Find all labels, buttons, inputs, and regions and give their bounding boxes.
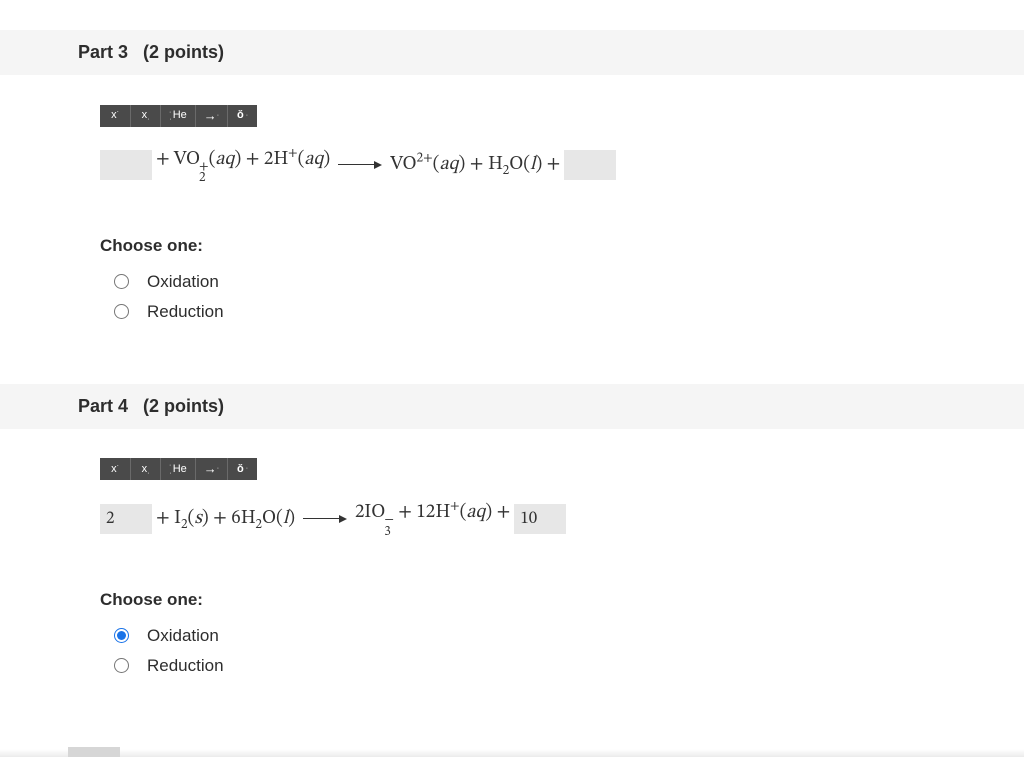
- radio-option-reduction[interactable]: Reduction: [100, 654, 994, 678]
- arrow-button[interactable]: ·: [195, 105, 227, 127]
- quiz-page: Part 3 (2 points) x· x· ··He · · + VO+2(…: [0, 0, 1024, 757]
- sigma-button[interactable]: ·: [227, 458, 257, 480]
- part-body: x· x· ··He · · + VO+2(aq) + 2H+(aq) VO2+…: [0, 103, 1024, 323]
- part-body: x· x· ··He · · + I2(s) + 6H2O(l) 2IO−3 +…: [0, 457, 1024, 677]
- reaction-arrow-icon: [334, 152, 386, 179]
- part-header: Part 3 (2 points): [0, 30, 1024, 75]
- choose-block: Choose one: Oxidation Reduction: [100, 234, 994, 323]
- radio-label: Oxidation: [147, 624, 219, 648]
- arrow-icon: [204, 109, 217, 123]
- equation-blank-right[interactable]: [564, 150, 616, 180]
- radio-option-reduction[interactable]: Reduction: [100, 300, 994, 324]
- choose-label: Choose one:: [100, 234, 994, 258]
- sigma-icon: [237, 110, 244, 121]
- equation-text: + I2(s) + 6H2O(l): [152, 506, 299, 533]
- element-button[interactable]: ··He: [160, 458, 195, 480]
- part-points: (2 points): [143, 42, 224, 62]
- subscript-button[interactable]: x·: [130, 105, 160, 127]
- sigma-button[interactable]: ·: [227, 105, 257, 127]
- arrow-button[interactable]: ·: [195, 458, 227, 480]
- radio-input[interactable]: [114, 274, 129, 289]
- part-header: Part 4 (2 points): [0, 384, 1024, 429]
- equation-row: + VO+2(aq) + 2H+(aq) VO2+(aq) + H2O(l) +: [100, 147, 994, 185]
- radio-label: Reduction: [147, 300, 224, 324]
- radio-option-oxidation[interactable]: Oxidation: [100, 624, 994, 648]
- footer-stub: [68, 747, 120, 757]
- radio-input[interactable]: [114, 658, 129, 673]
- radio-input[interactable]: [114, 304, 129, 319]
- equation-text: + VO+2(aq) + 2H+(aq): [152, 147, 334, 185]
- radio-option-oxidation[interactable]: Oxidation: [100, 270, 994, 294]
- arrow-icon: [204, 462, 217, 476]
- part-points: (2 points): [143, 396, 224, 416]
- choose-block: Choose one: Oxidation Reduction: [100, 588, 994, 677]
- equation-blank-right[interactable]: [514, 504, 566, 534]
- superscript-button[interactable]: x·: [100, 105, 130, 127]
- superscript-button[interactable]: x·: [100, 458, 130, 480]
- radio-input[interactable]: [114, 628, 129, 643]
- reaction-arrow-icon: [299, 506, 351, 533]
- equation-blank-left[interactable]: [100, 150, 152, 180]
- element-button[interactable]: ··He: [160, 105, 195, 127]
- equation-toolbar: x· x· ··He · ·: [100, 458, 257, 480]
- equation-blank-left[interactable]: [100, 504, 152, 534]
- part-label: Part 4: [78, 396, 128, 416]
- sigma-icon: [237, 464, 244, 475]
- page-shadow: [0, 749, 1024, 757]
- equation-text: 2IO−3 + 12H+(aq) +: [351, 500, 514, 538]
- radio-label: Reduction: [147, 654, 224, 678]
- equation-toolbar: x· x· ··He · ·: [100, 105, 257, 127]
- part-label: Part 3: [78, 42, 128, 62]
- equation-text: VO2+(aq) + H2O(l) +: [386, 152, 564, 179]
- subscript-button[interactable]: x·: [130, 458, 160, 480]
- equation-row: + I2(s) + 6H2O(l) 2IO−3 + 12H+(aq) +: [100, 500, 994, 538]
- radio-label: Oxidation: [147, 270, 219, 294]
- choose-label: Choose one:: [100, 588, 994, 612]
